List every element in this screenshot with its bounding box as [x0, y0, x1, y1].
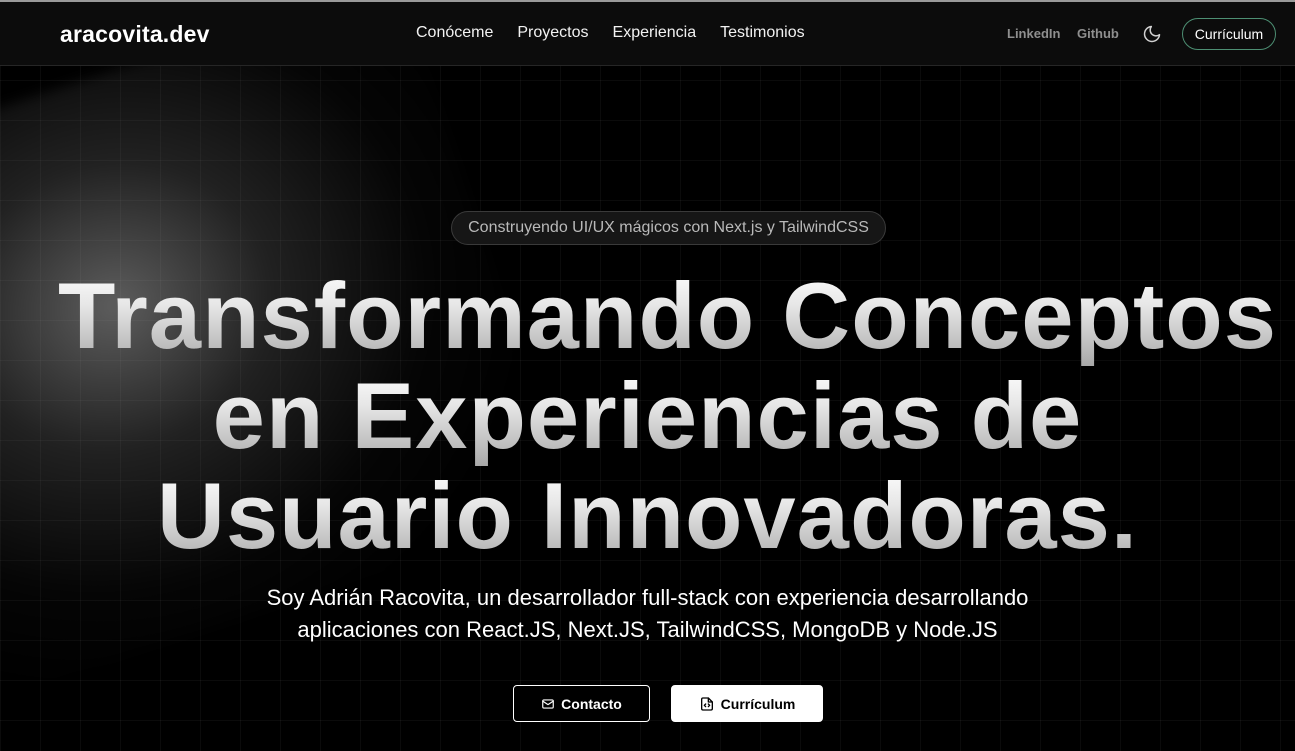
brand-logo[interactable]: aracovita.dev: [60, 21, 210, 48]
file-icon: [699, 696, 715, 712]
navbar: aracovita.dev Conóceme Proyectos Experie…: [0, 2, 1295, 66]
github-link[interactable]: Github: [1077, 26, 1119, 41]
cv-header-button[interactable]: Currículum: [1182, 18, 1276, 50]
main-nav: Conóceme Proyectos Experiencia Testimoni…: [416, 24, 805, 42]
hero-title: Transformando Conceptos en Experiencias …: [0, 266, 1295, 566]
contact-button[interactable]: Contacto: [513, 685, 650, 722]
moon-icon[interactable]: [1142, 24, 1162, 44]
nav-link-testimonios[interactable]: Testimonios: [720, 24, 804, 42]
hero-subtitle-line-2: aplicaciones con React.JS, Next.JS, Tail…: [297, 617, 998, 642]
hero-badge: Construyendo UI/UX mágicos con Next.js y…: [451, 211, 886, 245]
hero-title-line-1: Transformando Conceptos: [0, 266, 1295, 366]
hero-title-line-2: en Experiencias de: [0, 366, 1295, 466]
contact-button-label: Contacto: [561, 695, 622, 712]
nav-link-conoceme[interactable]: Conóceme: [416, 24, 493, 42]
hero-subtitle-line-1: Soy Adrián Racovita, un desarrollador fu…: [266, 585, 1029, 610]
cv-button-label: Currículum: [720, 695, 796, 712]
linkedin-link[interactable]: LinkedIn: [1007, 26, 1060, 41]
hero-subtitle: Soy Adrián Racovita, un desarrollador fu…: [0, 582, 1295, 646]
hero-title-line-3: Usuario Innovadoras.: [0, 466, 1295, 566]
page: aracovita.dev Conóceme Proyectos Experie…: [0, 0, 1295, 751]
nav-link-experiencia[interactable]: Experiencia: [613, 24, 697, 42]
nav-link-proyectos[interactable]: Proyectos: [517, 24, 588, 42]
mail-icon: [541, 697, 555, 711]
cv-button[interactable]: Currículum: [671, 685, 823, 722]
